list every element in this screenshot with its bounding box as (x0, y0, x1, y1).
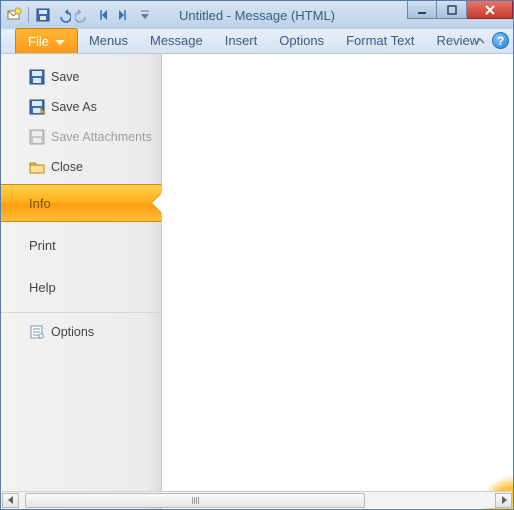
tab-options[interactable]: Options (268, 28, 335, 53)
backstage-save-attachments: Save Attachments (1, 122, 161, 152)
qat-customize-dropdown-icon[interactable] (136, 6, 154, 24)
scroll-track[interactable] (19, 493, 495, 508)
scroll-thumb[interactable] (25, 493, 365, 508)
help-button[interactable]: ? (492, 32, 509, 49)
scroll-right-button[interactable] (495, 493, 512, 508)
close-folder-icon (29, 159, 45, 175)
save-attachments-icon (29, 129, 45, 145)
collapse-ribbon-icon[interactable] (473, 34, 487, 48)
backstage-close[interactable]: Close (1, 152, 161, 182)
backstage-options[interactable]: Options (1, 317, 161, 347)
horizontal-scrollbar[interactable] (2, 491, 512, 508)
backstage-save-label: Save (51, 70, 80, 84)
tab-menus[interactable]: Menus (78, 28, 139, 53)
save-as-icon (29, 99, 45, 115)
backstage-info-label: Info (29, 196, 51, 211)
backstage-content (162, 54, 513, 509)
qat-undo-icon[interactable] (54, 6, 72, 24)
backstage-save[interactable]: Save (1, 62, 161, 92)
qat-new-mail-icon[interactable] (5, 6, 23, 24)
qat-previous-icon[interactable] (94, 6, 112, 24)
qat-save-icon[interactable] (34, 6, 52, 24)
options-icon (29, 324, 45, 340)
backstage-help[interactable]: Help (1, 266, 161, 308)
tab-message[interactable]: Message (139, 28, 214, 53)
maximize-button[interactable] (437, 1, 467, 19)
qat-separator (28, 7, 29, 23)
backstage-save-as-label: Save As (51, 100, 97, 114)
scroll-left-button[interactable] (2, 493, 19, 508)
backstage-close-label: Close (51, 160, 83, 174)
backstage-options-label: Options (51, 325, 94, 339)
file-tab[interactable]: File (15, 28, 78, 53)
backstage-save-as[interactable]: Save As (1, 92, 161, 122)
window-controls (407, 1, 513, 19)
backstage-view: Save Save As Save Attachments Close (1, 54, 513, 509)
quick-access-toolbar (5, 6, 154, 24)
backstage-print[interactable]: Print (1, 224, 161, 266)
save-icon (29, 69, 45, 85)
ribbon-tab-bar: File Menus Message Insert Options Format… (1, 29, 513, 54)
close-button[interactable] (467, 1, 513, 19)
qat-next-icon[interactable] (114, 6, 132, 24)
window: Untitled - Message (HTML) File Menus Mes… (0, 0, 514, 510)
backstage-separator (1, 312, 161, 313)
backstage-help-label: Help (29, 280, 56, 295)
qat-redo-icon[interactable] (74, 6, 92, 24)
backstage-save-attachments-label: Save Attachments (51, 130, 152, 144)
backstage-sidebar: Save Save As Save Attachments Close (1, 54, 162, 509)
tab-insert[interactable]: Insert (214, 28, 269, 53)
backstage-info[interactable]: Info (1, 184, 161, 222)
scroll-thumb-grip (192, 497, 199, 504)
tab-format-text[interactable]: Format Text (335, 28, 425, 53)
minimize-button[interactable] (407, 1, 437, 19)
file-tab-label: File (28, 34, 49, 49)
backstage-print-label: Print (29, 238, 56, 253)
title-bar: Untitled - Message (HTML) (1, 1, 513, 29)
